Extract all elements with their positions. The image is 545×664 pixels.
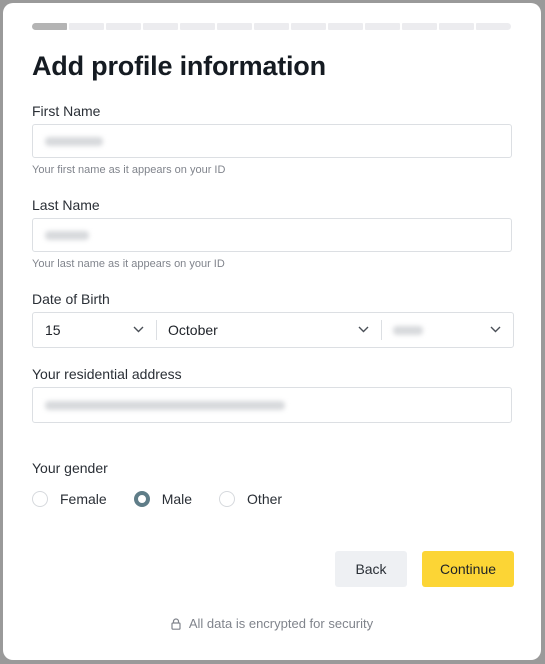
address-field[interactable] <box>32 387 512 423</box>
progress-step <box>143 23 178 30</box>
progress-step <box>328 23 363 30</box>
address-label: Your residential address <box>32 366 182 382</box>
redacted-value <box>45 400 285 410</box>
progress-bar <box>32 23 511 30</box>
progress-step <box>291 23 326 30</box>
progress-step <box>439 23 474 30</box>
gender-label: Your gender <box>32 460 108 476</box>
radio-circle[interactable] <box>32 491 48 507</box>
gender-option-male[interactable]: Male <box>133 491 193 507</box>
last-name-field[interactable] <box>32 218 512 252</box>
page-title: Add profile information <box>32 51 326 81</box>
progress-step <box>402 23 437 30</box>
first-name-label: First Name <box>32 103 101 119</box>
security-note: All data is encrypted for security <box>3 616 541 631</box>
back-button[interactable]: Back <box>335 551 407 587</box>
year-select[interactable] <box>381 313 513 347</box>
progress-step <box>254 23 289 30</box>
day-select[interactable]: 15 <box>33 313 156 347</box>
progress-step <box>69 23 104 30</box>
radio-circle[interactable] <box>219 491 236 507</box>
first-name-help: Your first name as it appears on your ID <box>32 164 226 176</box>
radio-label: Female <box>60 491 107 507</box>
gender-radio-group: Female Male Other <box>32 491 309 507</box>
radio-label: Male <box>161 491 193 507</box>
redacted-value <box>393 325 423 335</box>
progress-step <box>32 23 67 30</box>
chevron-down-icon <box>490 326 501 333</box>
lock-icon <box>171 617 181 630</box>
progress-step <box>106 23 141 30</box>
dob-label: Date of Birth <box>32 291 110 307</box>
profile-modal: Add profile information First Name Your … <box>3 3 541 660</box>
chevron-down-icon <box>358 326 369 333</box>
day-value: 15 <box>45 322 61 338</box>
first-name-field[interactable] <box>32 124 512 158</box>
continue-button[interactable]: Continue <box>422 551 514 587</box>
radio-label: Other <box>247 491 283 507</box>
progress-step <box>217 23 252 30</box>
radio-circle[interactable] <box>133 491 150 507</box>
gender-option-female[interactable]: Female <box>32 491 107 507</box>
month-value: October <box>168 322 218 338</box>
dob-selects: 15 October <box>32 312 514 348</box>
redacted-value <box>45 230 89 240</box>
month-select[interactable]: October <box>156 313 381 347</box>
progress-step <box>180 23 215 30</box>
chevron-down-icon <box>133 326 144 333</box>
last-name-help: Your last name as it appears on your ID <box>32 258 225 270</box>
gender-option-other[interactable]: Other <box>219 491 282 507</box>
last-name-label: Last Name <box>32 197 100 213</box>
progress-step <box>476 23 511 30</box>
redacted-value <box>45 136 103 146</box>
progress-step <box>365 23 400 30</box>
security-note-text: All data is encrypted for security <box>188 616 374 631</box>
